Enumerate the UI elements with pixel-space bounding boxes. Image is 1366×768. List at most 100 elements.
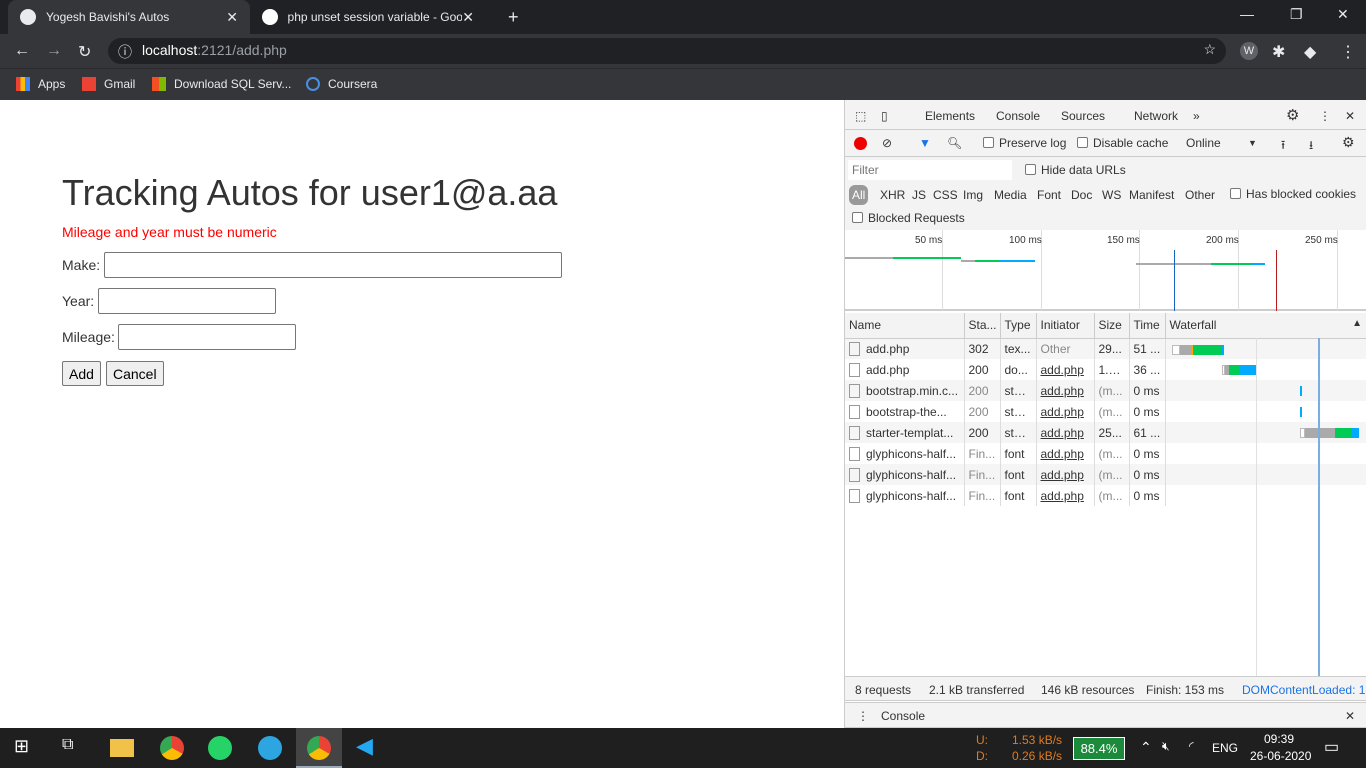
language-indicator[interactable]: ENG: [1212, 741, 1238, 755]
column-waterfall[interactable]: Waterfall ▲: [1165, 313, 1366, 339]
file-explorer-icon[interactable]: [110, 739, 134, 757]
request-initiator[interactable]: add.php: [1036, 422, 1095, 443]
import-har-icon[interactable]: ⭱: [1281, 136, 1285, 157]
request-row[interactable]: bootstrap-the... 200 styl... add.php (m.…: [845, 401, 1366, 422]
filter-input[interactable]: [848, 160, 1012, 180]
volume-muted-icon[interactable]: 🔇︎: [1162, 739, 1170, 754]
clock-date[interactable]: 26-06-2020: [1250, 749, 1311, 763]
tab-elements[interactable]: Elements: [925, 109, 975, 123]
chrome-active-taskbar[interactable]: [296, 728, 342, 768]
type-filter-all[interactable]: All: [849, 185, 869, 205]
bookmark-gmail[interactable]: Gmail: [82, 77, 135, 91]
task-view-icon[interactable]: ⧉: [62, 736, 86, 760]
tab-network[interactable]: Network: [1127, 109, 1185, 132]
cancel-button[interactable]: Cancel: [106, 361, 164, 386]
back-icon[interactable]: ←: [14, 42, 30, 60]
close-devtools-icon[interactable]: ✕: [1345, 109, 1355, 123]
tab-sources[interactable]: Sources: [1061, 109, 1105, 123]
request-name[interactable]: add.php: [845, 359, 965, 380]
kebab-menu-icon[interactable]: ⋮: [1319, 109, 1331, 123]
type-filter-manifest[interactable]: Manifest: [1129, 188, 1174, 202]
type-filter-img[interactable]: Img: [963, 188, 983, 202]
request-row[interactable]: add.php 302 tex... Other 29... 51 ...: [845, 338, 1366, 359]
close-window-icon[interactable]: ✕: [1337, 6, 1349, 23]
has-blocked-cookies-checkbox[interactable]: Has blocked cookies: [1230, 187, 1356, 201]
show-hidden-icons[interactable]: ⌃: [1140, 739, 1152, 756]
type-filter-js[interactable]: JS: [912, 188, 926, 202]
column-type[interactable]: Type: [1000, 313, 1037, 339]
type-filter-media[interactable]: Media: [994, 188, 1027, 202]
request-row[interactable]: glyphicons-half... Fin... font add.php (…: [845, 485, 1366, 506]
request-initiator[interactable]: add.php: [1036, 464, 1095, 485]
request-name[interactable]: add.php: [845, 338, 965, 359]
close-tab-icon[interactable]: ✕: [226, 9, 238, 26]
telegram-icon[interactable]: [258, 736, 282, 760]
chrome-icon[interactable]: [160, 736, 184, 760]
new-tab-button[interactable]: +: [496, 0, 531, 34]
make-input[interactable]: [104, 252, 562, 278]
type-filter-ws[interactable]: WS: [1102, 188, 1121, 202]
request-name[interactable]: glyphicons-half...: [845, 485, 965, 506]
whatsapp-icon[interactable]: [208, 736, 232, 760]
disable-cache-checkbox[interactable]: Disable cache: [1077, 136, 1168, 150]
preserve-log-checkbox[interactable]: Preserve log: [983, 136, 1066, 150]
extension-icon[interactable]: ◆: [1304, 42, 1316, 62]
mileage-input[interactable]: [118, 324, 296, 350]
request-initiator[interactable]: add.php: [1036, 380, 1095, 401]
vscode-icon[interactable]: ◀: [356, 733, 380, 758]
type-filter-xhr[interactable]: XHR: [880, 188, 905, 202]
request-row[interactable]: bootstrap.min.c... 200 styl... add.php (…: [845, 380, 1366, 401]
request-name[interactable]: glyphicons-half...: [845, 464, 965, 485]
throttle-select[interactable]: Online ▼: [1186, 136, 1257, 150]
request-name[interactable]: glyphicons-half...: [845, 443, 965, 464]
close-drawer-icon[interactable]: ✕: [1345, 709, 1355, 723]
type-filter-other[interactable]: Other: [1185, 188, 1215, 202]
close-tab-icon[interactable]: ✕: [462, 9, 474, 26]
type-filter-font[interactable]: Font: [1037, 188, 1061, 202]
tab-yogesh-autos[interactable]: Yogesh Bavishi's Autos ✕: [8, 0, 250, 34]
request-name[interactable]: starter-templat...: [845, 422, 965, 443]
filter-icon[interactable]: ▼: [919, 136, 931, 150]
address-bar[interactable]: ⓘ localhost:2121/add.php ☆: [108, 38, 1226, 64]
bookmark-apps[interactable]: Apps: [16, 77, 65, 91]
drawer-tab-console[interactable]: Console: [873, 709, 934, 730]
export-har-icon[interactable]: ⭳: [1309, 136, 1313, 157]
request-row[interactable]: starter-templat... 200 styl... add.php 2…: [845, 422, 1366, 443]
type-filter-css[interactable]: CSS: [933, 188, 958, 202]
restore-icon[interactable]: ❐: [1290, 6, 1303, 23]
bookmark-sql[interactable]: Download SQL Serv...: [152, 77, 291, 91]
battery-indicator[interactable]: 88.4%: [1073, 737, 1125, 760]
request-row[interactable]: glyphicons-half... Fin... font add.php (…: [845, 464, 1366, 485]
tab-console[interactable]: Console: [996, 109, 1040, 123]
settings-icon[interactable]: ⚙: [1286, 106, 1299, 124]
add-button[interactable]: Add: [62, 361, 101, 386]
notifications-icon[interactable]: ▭: [1324, 737, 1339, 757]
search-icon[interactable]: 🔍︎: [947, 136, 962, 150]
menu-icon[interactable]: ⋮: [1340, 42, 1356, 62]
network-settings-icon[interactable]: ⚙: [1342, 134, 1355, 151]
forward-icon[interactable]: →: [46, 42, 62, 60]
request-initiator[interactable]: add.php: [1036, 485, 1095, 506]
minimize-icon[interactable]: —: [1240, 6, 1254, 22]
blocked-requests-checkbox[interactable]: Blocked Requests: [852, 211, 965, 225]
wifi-icon[interactable]: ◜: [1189, 739, 1194, 753]
profile-avatar[interactable]: W: [1240, 42, 1258, 60]
tab-php-search[interactable]: php unset session variable - Goo ✕: [250, 0, 486, 34]
extensions-icon[interactable]: ✱: [1272, 42, 1285, 62]
request-initiator[interactable]: add.php: [1036, 401, 1095, 422]
device-toggle-icon[interactable]: ▯: [881, 109, 888, 123]
clear-icon[interactable]: ⊘: [882, 136, 892, 150]
windows-start-icon[interactable]: ⊞: [14, 736, 38, 760]
network-overview[interactable]: 50 ms 100 ms 150 ms 200 ms 250 ms: [845, 230, 1366, 311]
clock-time[interactable]: 09:39: [1264, 732, 1294, 746]
bookmark-coursera[interactable]: Coursera: [306, 77, 377, 91]
inspect-icon[interactable]: ⬚: [855, 109, 866, 123]
column-size[interactable]: Size: [1094, 313, 1130, 339]
column-time[interactable]: Time: [1129, 313, 1166, 339]
reload-icon[interactable]: ↻: [78, 42, 91, 62]
request-initiator[interactable]: add.php: [1036, 359, 1095, 380]
column-initiator[interactable]: Initiator: [1036, 313, 1095, 339]
drawer-menu-icon[interactable]: ⋮: [857, 709, 869, 723]
column-status[interactable]: Sta...: [964, 313, 1001, 339]
more-tabs-icon[interactable]: »: [1193, 109, 1200, 123]
